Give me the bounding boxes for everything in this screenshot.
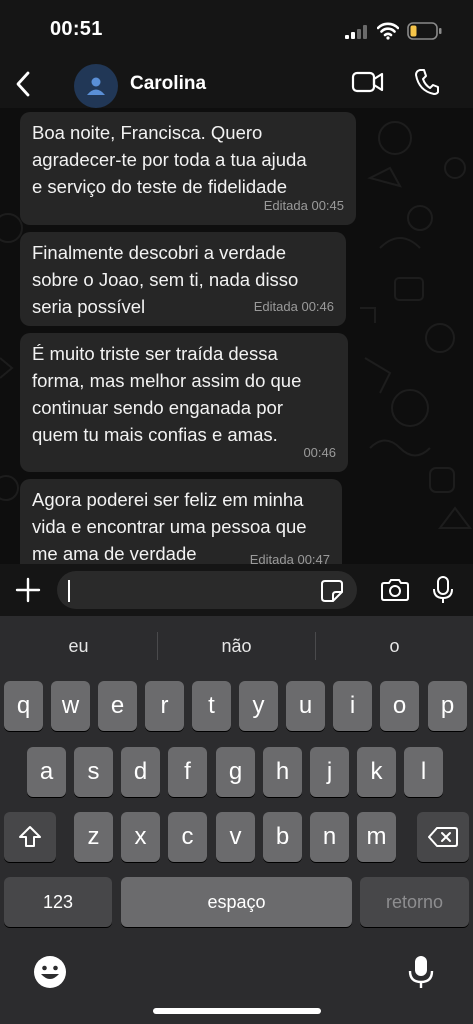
key-a[interactable]: a xyxy=(27,747,66,797)
phone-icon xyxy=(415,69,439,95)
voice-message-button[interactable] xyxy=(432,575,454,610)
plus-icon xyxy=(15,577,41,603)
key-s[interactable]: s xyxy=(74,747,113,797)
suggestion-bar: eu não o xyxy=(0,616,473,676)
attach-button[interactable] xyxy=(14,576,42,609)
key-h[interactable]: h xyxy=(263,747,302,797)
battery-icon xyxy=(407,22,442,40)
key-m[interactable]: m xyxy=(357,812,396,862)
suggestion-item[interactable]: o xyxy=(316,616,473,676)
emoji-face-icon xyxy=(34,956,66,988)
back-button[interactable] xyxy=(8,68,38,100)
suggestion-item[interactable]: eu xyxy=(0,616,157,676)
shift-arrow-icon xyxy=(19,826,41,847)
status-bar: 00:51 xyxy=(0,0,473,60)
keyboard: eu não o q w e r t y u i o p a s d f g h… xyxy=(0,616,473,1024)
return-key[interactable]: retorno xyxy=(360,877,469,927)
cellular-signal-icon xyxy=(345,25,367,39)
key-z[interactable]: z xyxy=(74,812,113,862)
message-input-bar xyxy=(0,564,473,616)
key-i[interactable]: i xyxy=(333,681,372,731)
key-w[interactable]: w xyxy=(51,681,90,731)
key-o[interactable]: o xyxy=(380,681,419,731)
home-indicator[interactable] xyxy=(153,1008,321,1014)
key-q[interactable]: q xyxy=(4,681,43,731)
text-cursor xyxy=(68,580,70,602)
key-g[interactable]: g xyxy=(216,747,255,797)
key-x[interactable]: x xyxy=(121,812,160,862)
message-text: Boa noite, Francisca. Quero agradecer-te… xyxy=(32,122,307,197)
dictation-button[interactable] xyxy=(408,954,434,995)
message-timestamp: Editada 00:47 xyxy=(249,552,330,564)
chat-header: Carolina xyxy=(0,60,473,108)
status-time: 00:51 xyxy=(50,18,103,40)
sticker-icon xyxy=(321,580,343,602)
message-bubble[interactable]: É muito triste ser traída dessa forma, m… xyxy=(20,333,348,472)
camera-icon xyxy=(381,579,409,601)
contact-avatar[interactable] xyxy=(74,64,118,108)
key-u[interactable]: u xyxy=(286,681,325,731)
camera-button[interactable] xyxy=(380,578,410,607)
message-input[interactable] xyxy=(57,571,357,609)
key-t[interactable]: t xyxy=(192,681,231,731)
key-k[interactable]: k xyxy=(357,747,396,797)
wifi-icon xyxy=(377,22,399,40)
delete-key[interactable] xyxy=(417,812,469,862)
voice-call-button[interactable] xyxy=(414,68,440,101)
key-f[interactable]: f xyxy=(168,747,207,797)
key-e[interactable]: e xyxy=(98,681,137,731)
microphone-icon xyxy=(433,576,453,603)
space-key[interactable]: espaço xyxy=(121,877,352,927)
key-y[interactable]: y xyxy=(239,681,278,731)
key-j[interactable]: j xyxy=(310,747,349,797)
emoji-button[interactable] xyxy=(32,954,68,995)
key-b[interactable]: b xyxy=(263,812,302,862)
shift-key[interactable] xyxy=(4,812,56,862)
numbers-key[interactable]: 123 xyxy=(4,877,112,927)
backspace-icon xyxy=(428,827,458,847)
microphone-icon xyxy=(408,956,434,988)
message-bubble[interactable]: Finalmente descobri a verdade sobre o Jo… xyxy=(20,232,346,326)
key-c[interactable]: c xyxy=(168,812,207,862)
message-bubble[interactable]: Agora poderei ser feliz em minha vida e … xyxy=(20,479,342,564)
sticker-button[interactable] xyxy=(320,579,344,608)
message-text: É muito triste ser traída dessa forma, m… xyxy=(32,343,302,445)
message-timestamp: 00:46 xyxy=(303,445,336,460)
contact-name[interactable]: Carolina xyxy=(130,73,206,95)
message-bubble[interactable]: Boa noite, Francisca. Quero agradecer-te… xyxy=(20,112,356,225)
message-timestamp: Editada 00:45 xyxy=(263,198,344,213)
key-d[interactable]: d xyxy=(121,747,160,797)
message-timestamp: Editada 00:46 xyxy=(253,299,334,314)
chevron-left-icon xyxy=(16,71,30,97)
video-call-button[interactable] xyxy=(351,70,385,99)
key-p[interactable]: p xyxy=(428,681,467,731)
chat-messages-area[interactable]: Boa noite, Francisca. Quero agradecer-te… xyxy=(0,108,473,564)
video-camera-icon xyxy=(351,71,384,93)
key-v[interactable]: v xyxy=(216,812,255,862)
suggestion-item[interactable]: não xyxy=(158,616,315,676)
key-n[interactable]: n xyxy=(310,812,349,862)
person-icon xyxy=(87,77,105,95)
key-r[interactable]: r xyxy=(145,681,184,731)
key-l[interactable]: l xyxy=(404,747,443,797)
